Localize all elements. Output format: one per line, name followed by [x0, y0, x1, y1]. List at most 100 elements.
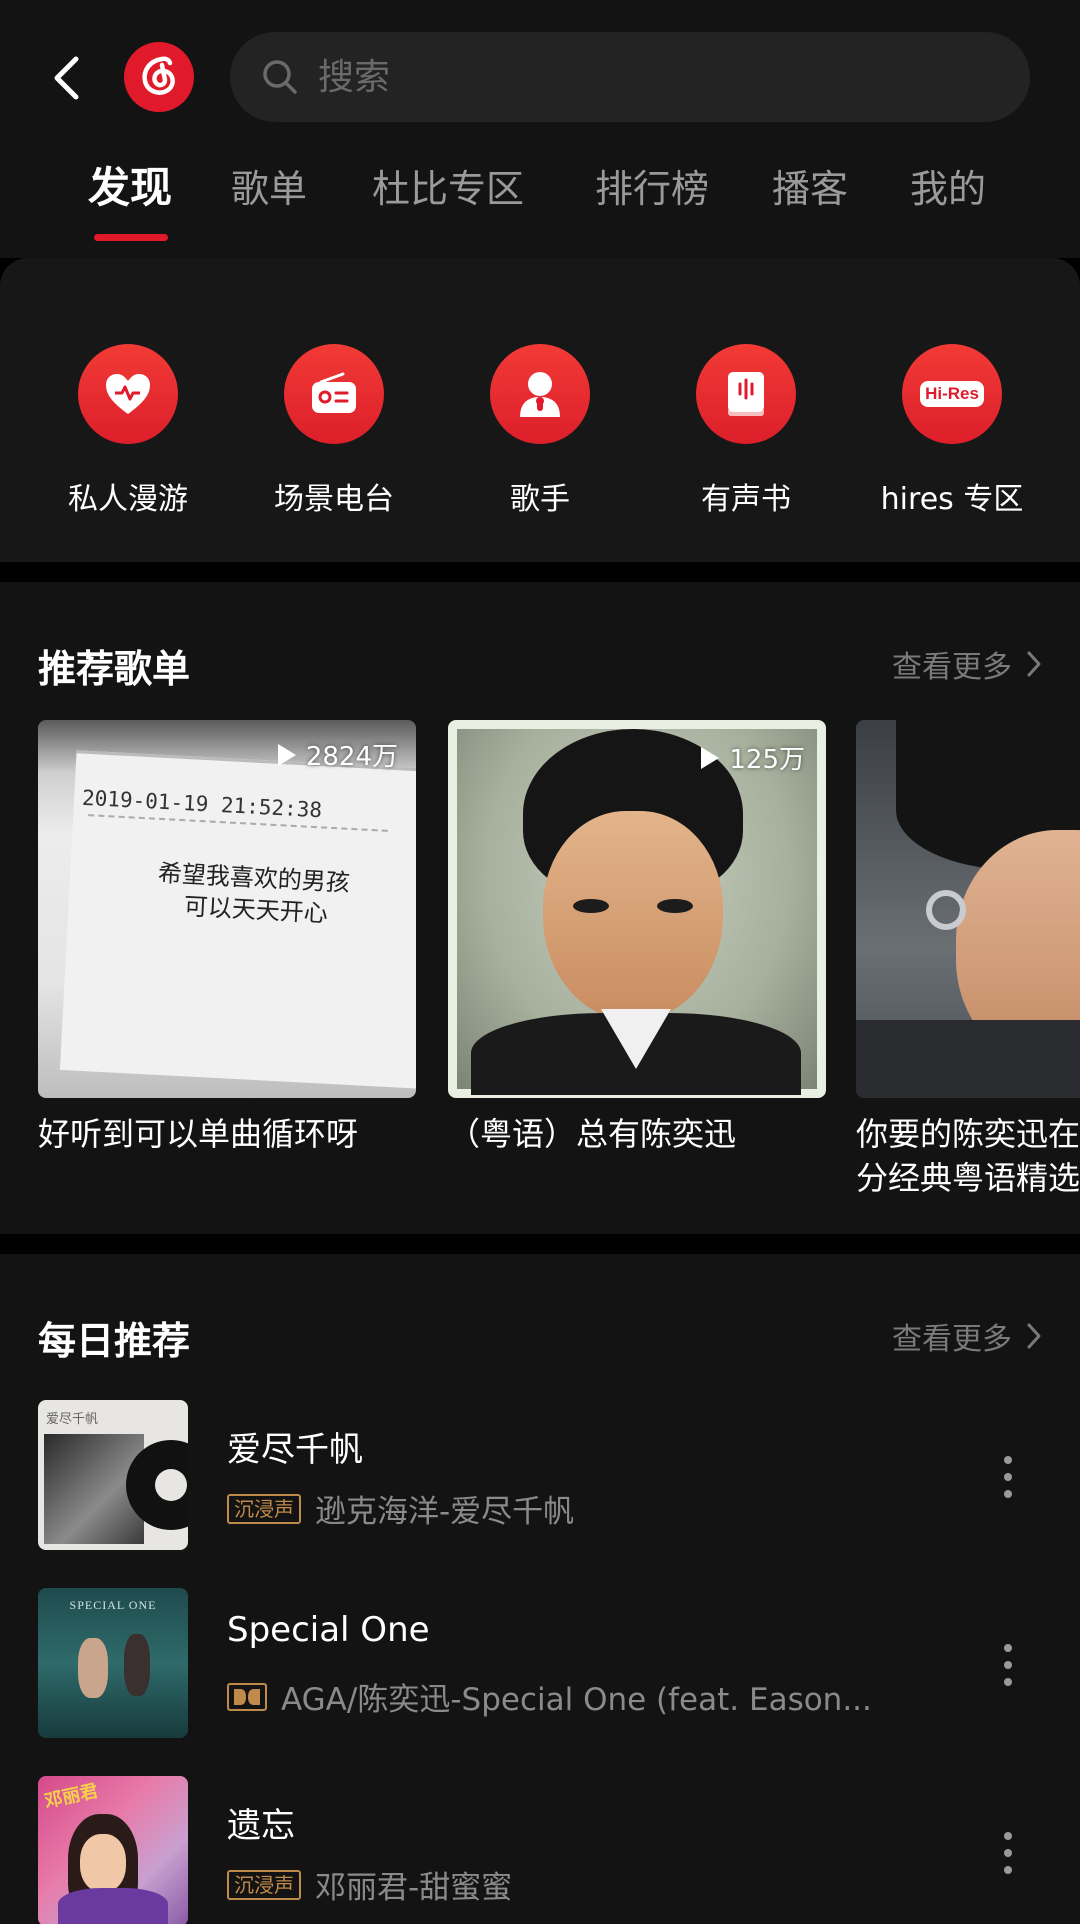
see-more-label: 查看更多: [892, 650, 1012, 685]
cover-dress: [58, 1888, 168, 1924]
hires-icon: Hi-Res: [902, 344, 1002, 444]
quick-entries: 私人漫游 场景电台 歌手 有声书 Hi-Res hires 专区: [0, 258, 1080, 562]
tab-mine[interactable]: 我的: [910, 158, 986, 213]
back-button[interactable]: [44, 50, 88, 106]
quick-entries-card: 私人漫游 场景电台 歌手 有声书 Hi-Res hires 专区: [0, 258, 1080, 562]
cover-face: [80, 1834, 126, 1892]
play-count: 2824万: [277, 736, 398, 773]
song-cover: SPECIAL ONE: [38, 1588, 188, 1738]
playlist-title: 你要的陈奕迅在这里！百分经典粤语精选: [856, 1115, 1080, 1197]
heart-icon: [78, 344, 178, 444]
search-input[interactable]: [318, 56, 998, 98]
quick-entry-audiobook[interactable]: 有声书: [646, 344, 846, 518]
song-cover: 爱尽千帆: [38, 1400, 188, 1550]
song-row[interactable]: SPECIAL ONE Special One AGA/陈奕迅-Special …: [0, 1588, 1080, 1740]
netease-music-logo[interactable]: [124, 42, 194, 112]
dot-icon: [1004, 1661, 1012, 1669]
play-count-value: 125万: [729, 745, 805, 775]
song-subtitle-row: AGA/陈奕迅-Special One (feat. Eason...: [227, 1674, 872, 1719]
quick-entry-label: 有声书: [701, 482, 791, 517]
quick-entry-hires[interactable]: Hi-Res hires 专区: [852, 344, 1052, 518]
dolby-icon: [227, 1682, 267, 1711]
back-arrow-icon: [54, 56, 79, 100]
earpiece: [926, 890, 966, 930]
dot-icon: [1004, 1832, 1012, 1840]
chevron-right-icon: [1026, 649, 1046, 679]
dot-icon: [1004, 1678, 1012, 1686]
quick-entry-singer[interactable]: 歌手: [440, 344, 640, 518]
playlist-title: （粤语）总有陈奕迅: [448, 1115, 737, 1153]
song-cover: 邓丽君: [38, 1776, 188, 1924]
dot-icon: [1004, 1644, 1012, 1652]
playlist-card[interactable]: 你要的陈奕迅在这里！百分经典粤语精选: [856, 720, 1080, 1200]
song-title: 遗忘: [227, 1806, 295, 1846]
song-subtitle: 逊克海洋-爱尽千帆: [315, 1494, 575, 1530]
see-more-playlists-button[interactable]: 查看更多: [892, 642, 1046, 686]
singer-icon: [490, 344, 590, 444]
play-icon: [277, 743, 296, 766]
immersive-audio-badge: 沉浸声: [227, 1493, 301, 1524]
cover-receipt-line2: 可以天天开心: [183, 892, 329, 928]
section-title: 推荐歌单: [38, 647, 191, 691]
tab-playlists[interactable]: 歌单: [231, 158, 307, 213]
portrait-face: [543, 811, 723, 1021]
play-icon: [701, 746, 720, 769]
dot-icon: [1004, 1490, 1012, 1498]
see-more-label: 查看更多: [892, 1322, 1012, 1357]
chevron-right-icon: [1026, 1321, 1046, 1351]
hires-icon-label: Hi-Res: [920, 381, 984, 407]
play-count: 125万: [701, 739, 805, 776]
recommended-playlists-section: 推荐歌单 查看更多 2019-01-19 21:52:38 希望我喜欢的男孩 可…: [0, 582, 1080, 1234]
playlist-cover: 125万: [448, 720, 826, 1098]
playlist-cover: [856, 720, 1080, 1098]
active-tab-indicator: [94, 234, 168, 241]
immersive-audio-badge: 沉浸声: [227, 1869, 301, 1900]
cover-caption: 爱尽千帆: [46, 1412, 99, 1427]
search-icon: [260, 57, 300, 97]
quick-entry-label: 场景电台: [274, 482, 394, 517]
section-title: 每日推荐: [38, 1319, 191, 1363]
song-subtitle: AGA/陈奕迅-Special One (feat. Eason...: [281, 1682, 872, 1718]
tab-charts[interactable]: 排行榜: [595, 158, 709, 213]
song-row[interactable]: 爱尽千帆 爱尽千帆 沉浸声 逊克海洋-爱尽千帆: [0, 1400, 1080, 1552]
song-subtitle-row: 沉浸声 邓丽君-甜蜜蜜: [227, 1862, 512, 1907]
song-subtitle: 邓丽君-甜蜜蜜: [315, 1870, 513, 1906]
cover-caption: SPECIAL ONE: [69, 1598, 157, 1612]
more-options-button[interactable]: [1002, 1832, 1014, 1874]
dot-icon: [1004, 1866, 1012, 1874]
search-bar[interactable]: [230, 32, 1030, 122]
quick-entry-scene-radio[interactable]: 场景电台: [234, 344, 434, 518]
cover-figure-1: [78, 1638, 108, 1698]
portrait-eye-right: [657, 899, 693, 913]
daily-recommendations-section: 每日推荐 查看更多 爱尽千帆 爱尽千帆 沉浸声 逊克海洋-爱尽千帆 SPECIA…: [0, 1254, 1080, 1924]
play-count-value: 2824万: [305, 742, 398, 772]
quick-entry-label: 歌手: [510, 482, 570, 517]
quick-entry-private-roam[interactable]: 私人漫游: [28, 344, 228, 518]
vinyl-center: [155, 1469, 187, 1501]
netease-logo-icon: [142, 56, 175, 95]
radio-icon: [284, 344, 384, 444]
tab-podcast[interactable]: 播客: [772, 158, 848, 213]
top-header: 发现 歌单 杜比专区 排行榜 播客 我的: [0, 0, 1080, 258]
playlist-title: 好听到可以单曲循环呀: [38, 1115, 359, 1153]
playlist-card[interactable]: 125万 （粤语）总有陈奕迅: [448, 720, 826, 1156]
quick-entry-label: 私人漫游: [68, 482, 188, 517]
see-more-daily-button[interactable]: 查看更多: [892, 1314, 1046, 1358]
cover-caption: 邓丽君: [42, 1780, 100, 1813]
playlist-card[interactable]: 2019-01-19 21:52:38 希望我喜欢的男孩 可以天天开心 2824…: [38, 720, 416, 1156]
song-title: 爱尽千帆: [227, 1430, 363, 1470]
cover-figure-2: [124, 1634, 150, 1696]
dot-icon: [1004, 1473, 1012, 1481]
tab-discover[interactable]: 发现: [88, 154, 172, 215]
portrait-eye-left: [573, 899, 609, 913]
song-title: Special One: [227, 1610, 430, 1650]
more-options-button[interactable]: [1002, 1456, 1014, 1498]
song-row[interactable]: 邓丽君 遗忘 沉浸声 邓丽君-甜蜜蜜: [0, 1776, 1080, 1924]
song-subtitle-row: 沉浸声 逊克海洋-爱尽千帆: [227, 1486, 574, 1531]
tab-dolby[interactable]: 杜比专区: [372, 158, 524, 213]
audiobook-icon: [696, 344, 796, 444]
dot-icon: [1004, 1849, 1012, 1857]
quick-entry-label: hires 专区: [880, 482, 1024, 517]
more-options-button[interactable]: [1002, 1644, 1014, 1686]
portrait-shoulder: [856, 1020, 1080, 1098]
